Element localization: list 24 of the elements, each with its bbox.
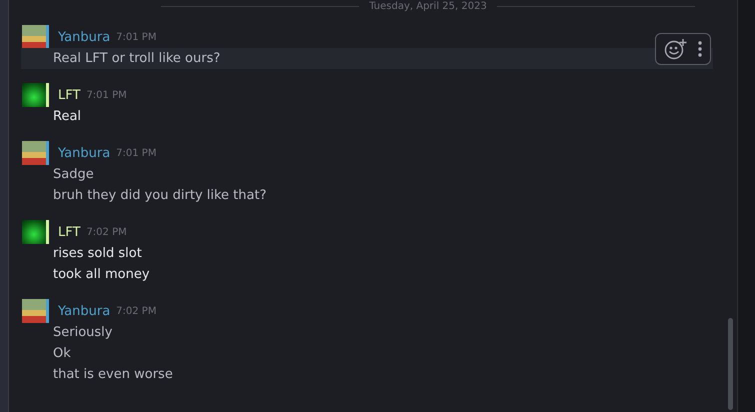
- date-divider: Tuesday, April 25, 2023: [369, 0, 487, 12]
- timestamp: 7:01 PM: [86, 90, 127, 100]
- message-text: Real LFT or troll like ours?: [53, 51, 220, 66]
- timestamp: 7:02 PM: [86, 226, 127, 238]
- timestamp: 7:01 PM: [116, 32, 156, 42]
- author-name[interactable]: Yanbura: [58, 30, 110, 44]
- avatar[interactable]: [22, 25, 49, 49]
- message-text: Seriously: [53, 325, 112, 340]
- message-text: Real: [53, 109, 82, 124]
- message-text: bruh they did you dirty like that?: [53, 188, 266, 203]
- author-name[interactable]: Yanbura: [58, 146, 110, 160]
- scrollbar-thumb[interactable]: [728, 318, 732, 410]
- message-text: Sadge: [53, 167, 94, 182]
- add-reaction-icon[interactable]: [664, 38, 688, 60]
- author-name[interactable]: Yanbura: [58, 304, 110, 318]
- more-options-icon[interactable]: [698, 41, 702, 57]
- message-text: took all money: [53, 267, 150, 282]
- author-name[interactable]: LFT: [58, 88, 80, 102]
- timestamp: 7:02 PM: [116, 306, 156, 316]
- message-text: rises sold slot: [53, 246, 142, 261]
- author-name[interactable]: LFT: [58, 224, 80, 240]
- timestamp: 7:01 PM: [116, 148, 156, 158]
- message-text: that is even worse: [53, 367, 173, 382]
- message-text: Ok: [53, 346, 71, 361]
